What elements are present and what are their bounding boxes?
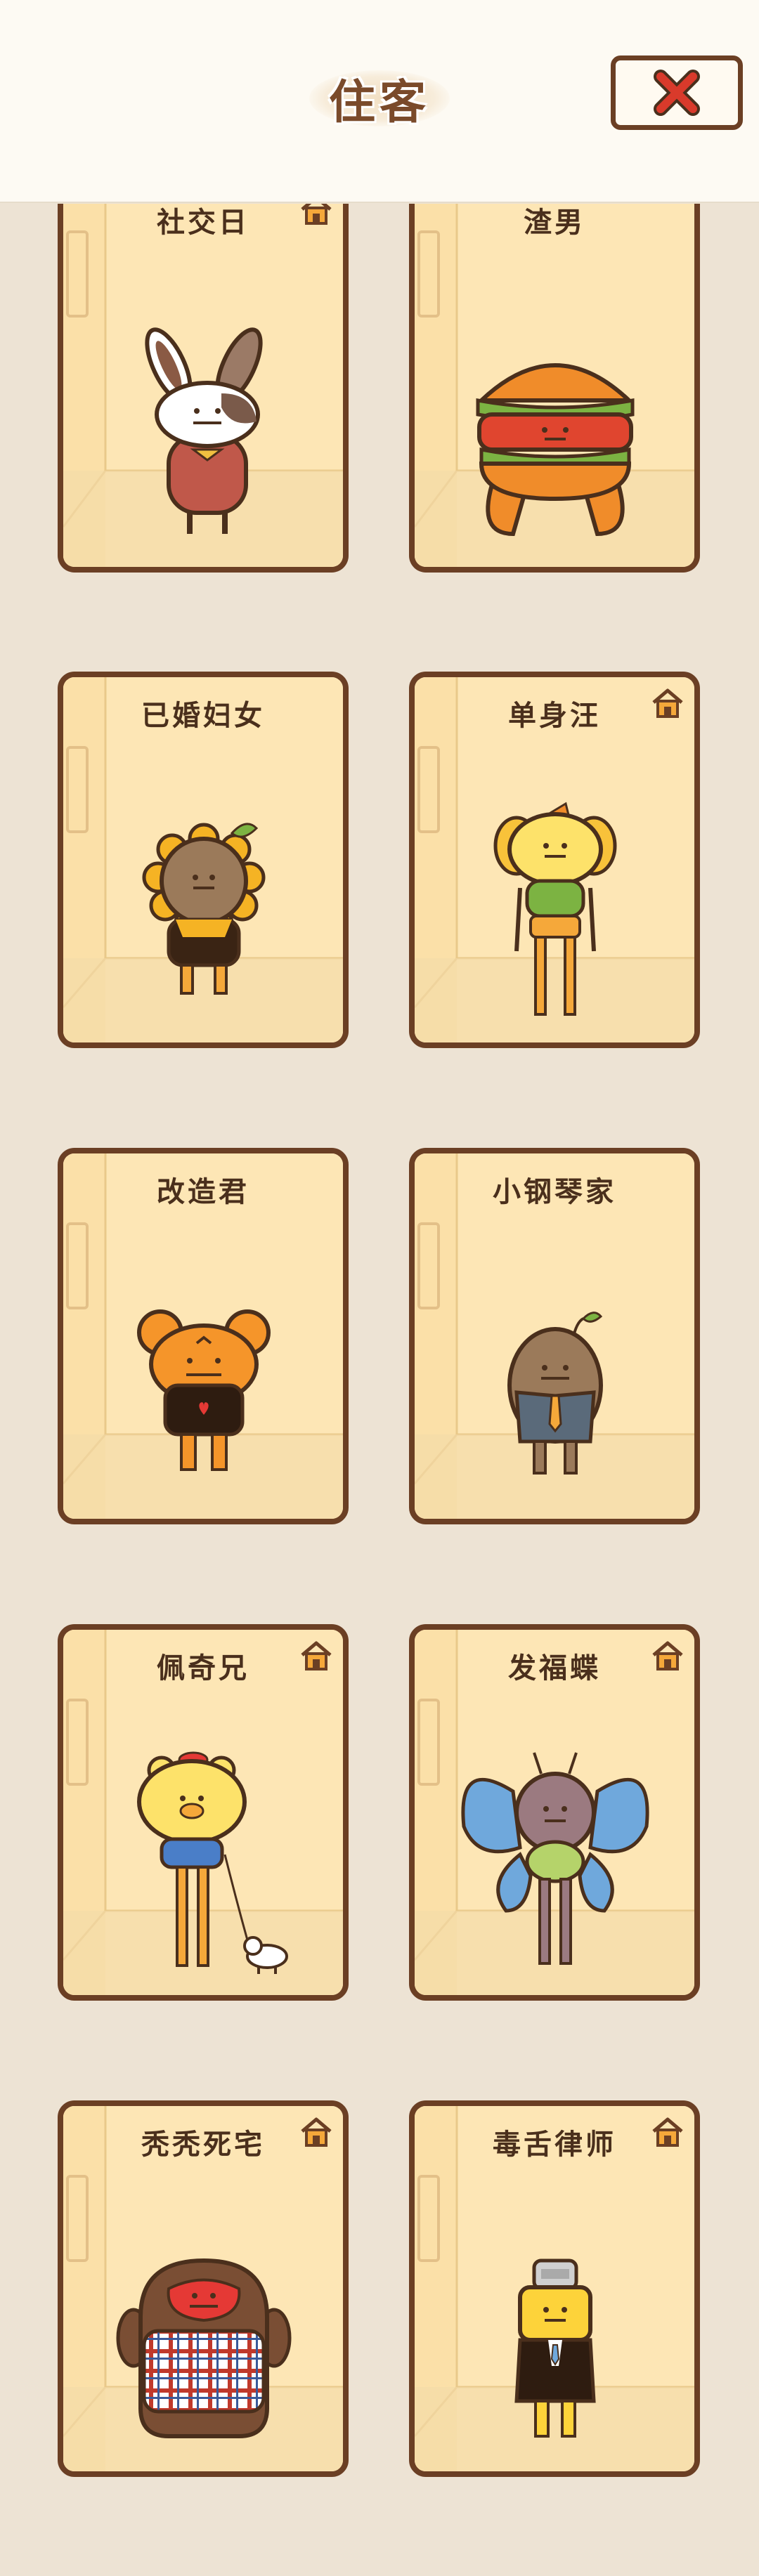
page-title: 住客 [329,75,430,129]
home-icon[interactable] [651,1640,685,1672]
resident-card[interactable]: 已婚妇女 [58,672,349,1048]
title-area: 住客 [309,67,450,130]
home-icon[interactable] [299,204,333,226]
resident-name: 小钢琴家 [493,1176,616,1208]
header: 住客 [0,0,759,203]
resident-name: 已婚妇女 [141,700,265,732]
resident-name: 改造君 [157,1176,249,1208]
resident-card[interactable]: 毒舌律师 [409,2100,700,2477]
home-icon[interactable] [651,687,685,719]
bunny-character [145,327,263,534]
resident-card[interactable]: 发福蝶 [409,1624,700,2001]
resident-card[interactable]: 小钢琴家 [409,1148,700,1524]
resident-card[interactable]: 秃秃死宅 [58,2100,349,2477]
resident-card[interactable]: 社交日 [58,204,349,573]
resident-name: 渣男 [524,207,585,239]
resident-card[interactable]: 改造君 [58,1148,349,1524]
burger-character [476,363,635,537]
close-button[interactable] [611,55,743,130]
resident-grid: 社交日 渣男 已婚妇女 单身汪 改造君 小钢琴家 佩奇兄 发福蝶 秃秃死宅 毒舌… [0,0,759,2576]
home-icon[interactable] [299,1640,333,1672]
resident-card[interactable]: 渣男 [409,204,700,573]
home-icon[interactable] [651,2116,685,2148]
home-icon[interactable] [299,2116,333,2148]
resident-card[interactable]: 佩奇兄 [58,1624,349,2001]
close-x-icon [654,70,700,116]
resident-card[interactable]: 单身汪 [409,672,700,1048]
